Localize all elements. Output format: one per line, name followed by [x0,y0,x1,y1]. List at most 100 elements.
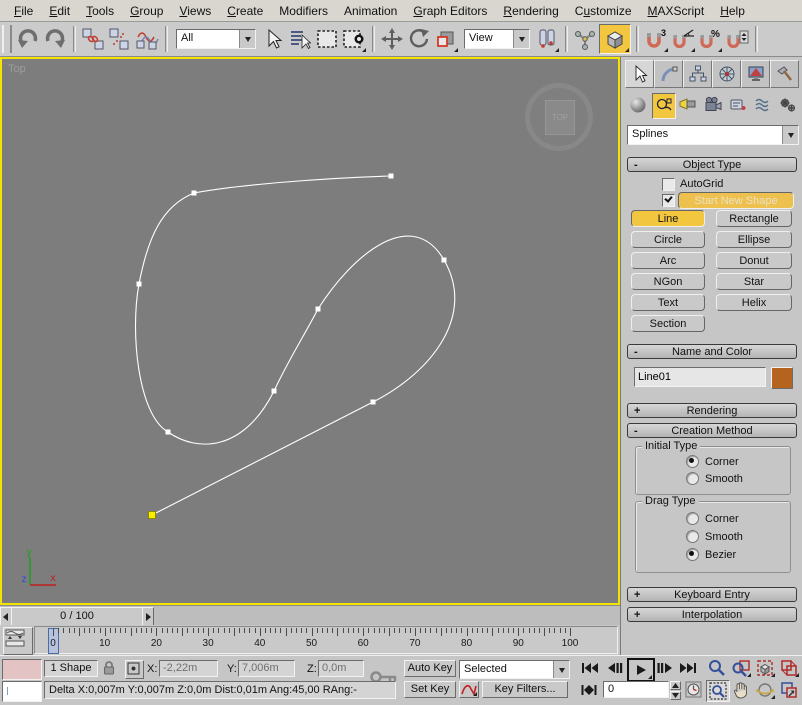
x-coord-field[interactable]: -2,22m [159,660,218,677]
select-and-link-button[interactable] [80,25,106,53]
time-slider-track[interactable]: 0 / 100 [0,605,620,626]
autogrid-checkbox[interactable] [662,178,675,191]
tab-utilities[interactable] [770,60,799,88]
object-type-text-button[interactable]: Text [631,294,705,311]
region-zoom-button[interactable] [706,680,730,702]
selection-lock-toggle[interactable] [102,660,116,679]
go-to-start-button[interactable] [579,659,601,677]
spinner-snap-toggle-button[interactable] [724,25,750,53]
zoom-button[interactable] [706,658,728,678]
maxscript-mini-listener-white[interactable] [2,681,42,702]
snaps-toggle-3d-button[interactable]: 3 [643,25,669,53]
maximize-viewport-toggle-button[interactable] [778,680,800,700]
snaps-toggle-button[interactable] [599,24,631,54]
select-and-manipulate-button[interactable] [572,25,598,53]
z-coord-field[interactable]: 0,0m [318,660,364,677]
menu-views[interactable]: Views [171,2,219,20]
radio-icon[interactable] [686,548,699,561]
category-spacewarps-button[interactable] [752,93,774,117]
object-type-circle-button[interactable]: Circle [631,231,705,248]
track-bar-ruler[interactable]: 0102030405060708090100 [34,626,618,654]
spline-curve[interactable] [136,176,455,515]
select-object-button[interactable] [260,25,286,53]
spline-vertex[interactable] [316,307,321,312]
dropdown-arrow-icon[interactable] [553,661,569,678]
unlink-selection-button[interactable] [107,25,133,53]
category-cameras-button[interactable] [702,93,724,117]
key-mode-dropdown[interactable]: Selected [459,660,570,679]
spline-vertex[interactable] [389,174,394,179]
object-type-donut-button[interactable]: Donut [716,252,792,269]
initial-corner-option[interactable]: Corner [686,455,739,468]
menu-file[interactable]: File [6,2,41,20]
tab-display[interactable] [741,60,770,88]
initial-smooth-option[interactable]: Smooth [686,472,743,485]
previous-frame-button[interactable] [604,659,626,677]
menu-help[interactable]: Help [712,2,753,20]
object-color-swatch[interactable] [771,367,793,389]
time-configuration-button[interactable] [685,681,702,701]
spline-vertex[interactable] [192,191,197,196]
spline-vertex[interactable] [371,400,376,405]
category-lights-button[interactable] [677,93,699,117]
category-shapes-button[interactable] [652,93,676,119]
redo-button[interactable] [42,25,68,53]
spline-first-vertex[interactable] [149,512,156,519]
spline-vertex[interactable] [442,258,447,263]
object-type-ellipse-button[interactable]: Ellipse [716,231,792,248]
shape-category-dropdown[interactable]: Splines [627,125,799,145]
tab-hierarchy[interactable] [683,60,712,88]
object-type-helix-button[interactable]: Helix [716,294,792,311]
select-by-name-button[interactable] [287,25,313,53]
default-tangent-button[interactable] [459,681,479,698]
time-slider-handle[interactable]: 0 / 100 [11,607,143,626]
zoom-extents-all-button[interactable] [778,658,800,678]
key-filters-button[interactable]: Key Filters... [482,681,568,698]
rollout-name-and-color[interactable]: -Name and Color [627,344,797,359]
auto-key-button[interactable]: Auto Key [404,660,456,677]
viewport-top[interactable]: Top TOP y z x [0,57,620,605]
object-type-line-button[interactable]: Line [631,210,705,227]
rollout-object-type[interactable]: -Object Type [627,157,797,172]
select-and-move-button[interactable] [379,25,405,53]
dropdown-arrow-icon[interactable] [239,30,255,48]
menu-edit[interactable]: Edit [41,2,78,20]
object-type-rectangle-button[interactable]: Rectangle [716,210,792,227]
selection-filter-dropdown[interactable]: All [176,29,256,49]
radio-icon[interactable] [686,455,699,468]
menu-customize[interactable]: Customize [567,2,640,20]
menu-modifiers[interactable]: Modifiers [271,2,336,20]
set-key-button[interactable]: Set Key [404,681,456,698]
time-slider-next-button[interactable] [142,607,154,626]
reference-coordinate-system-dropdown[interactable]: View [464,29,530,49]
object-type-section-button[interactable]: Section [631,315,705,332]
category-geometry-button[interactable] [627,93,649,117]
arc-rotate-button[interactable] [754,680,776,700]
key-mode-toggle-button[interactable] [579,681,599,699]
radio-icon[interactable] [686,472,699,485]
menu-animation[interactable]: Animation [336,2,405,20]
object-type-ngon-button[interactable]: NGon [631,273,705,290]
object-type-arc-button[interactable]: Arc [631,252,705,269]
go-to-end-button[interactable] [677,659,699,677]
zoom-extents-button[interactable] [754,658,776,678]
maxscript-mini-listener-pink[interactable] [2,659,42,680]
drag-corner-option[interactable]: Corner [686,512,739,525]
drag-bezier-option[interactable]: Bezier [686,548,736,561]
open-mini-curve-editor-button[interactable] [3,627,33,655]
menu-group[interactable]: Group [122,2,171,20]
menu-maxscript[interactable]: MAXScript [640,2,713,20]
menu-graph-editors[interactable]: Graph Editors [405,2,495,20]
current-frame-field[interactable]: 0 [603,681,669,698]
pan-button[interactable] [730,680,752,700]
frame-spinner[interactable] [670,681,681,698]
radio-icon[interactable] [686,530,699,543]
rollout-creation-method[interactable]: -Creation Method [627,423,797,438]
angle-snap-toggle-button[interactable] [670,25,696,53]
undo-button[interactable] [15,25,41,53]
spline-vertex[interactable] [166,430,171,435]
play-button[interactable] [627,658,655,682]
y-coord-field[interactable]: 7,006m [238,660,295,677]
dropdown-arrow-icon[interactable] [782,126,798,144]
spline-vertex[interactable] [137,282,142,287]
